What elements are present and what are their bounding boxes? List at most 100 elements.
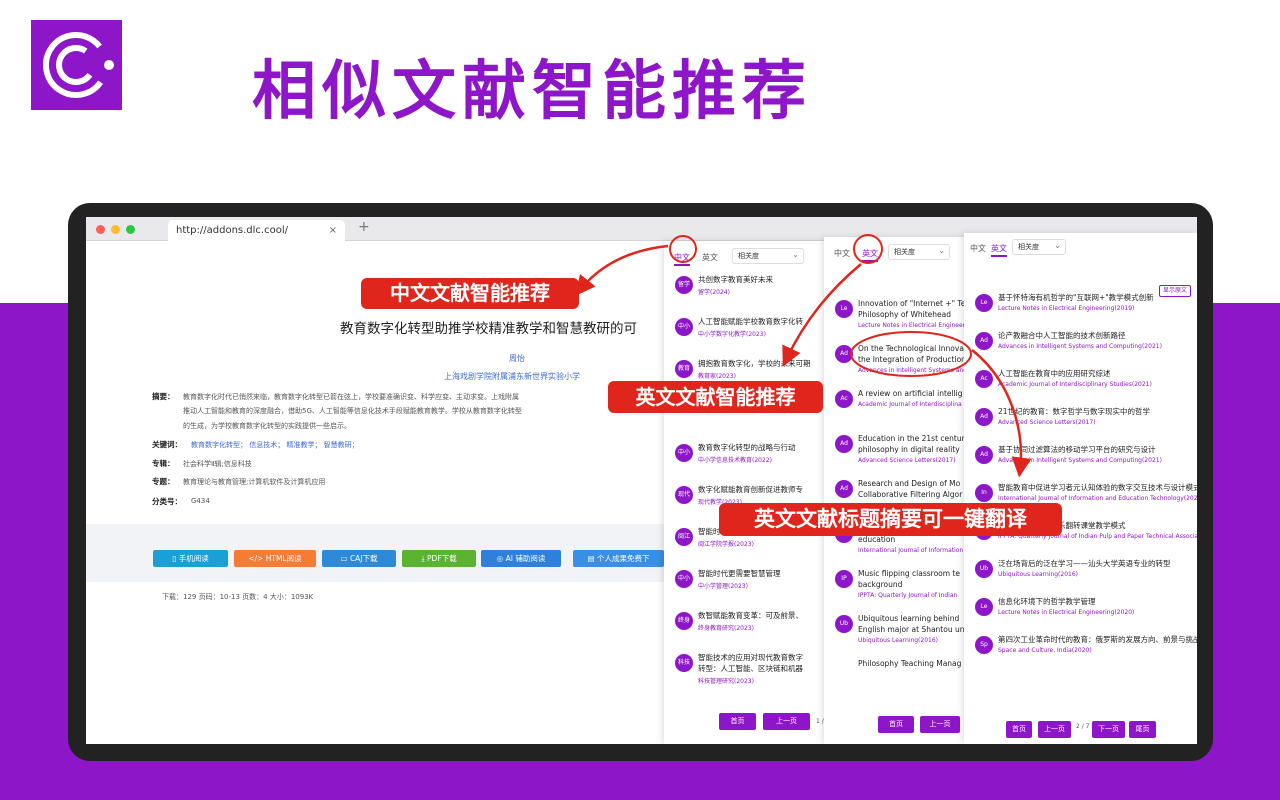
item-title-line2[interactable]: English major at Shantou un bbox=[858, 624, 964, 635]
caj-download-button[interactable]: ▭ CAJ下载 bbox=[322, 550, 396, 567]
list-item[interactable]: Ac 人工智能在教育中的应用研究综述 Academic Journal of Int… bbox=[964, 368, 1197, 404]
tab-english[interactable]: 英文 bbox=[702, 252, 718, 263]
sort-select[interactable]: 相关度 ⌄ bbox=[1012, 239, 1066, 255]
tab-chinese[interactable]: 中文 bbox=[970, 243, 986, 254]
article-stats: 下载：129 页码：10-13 页数：4 大小：1093K bbox=[162, 593, 314, 601]
list-item[interactable]: Le Innovation of "Internet +" Te Philosoph… bbox=[824, 298, 966, 341]
item-title[interactable]: 智能技术的应用对现代教育数字 bbox=[698, 652, 803, 663]
item-title[interactable]: 数智赋能教育变革：可及前景、 bbox=[698, 610, 803, 621]
page-indicator: 1 / bbox=[816, 718, 824, 725]
item-title[interactable]: Philosophy Teaching Manag bbox=[858, 658, 961, 669]
window-maximize-dot[interactable] bbox=[126, 225, 135, 234]
item-title[interactable]: 21世纪的教育：数字哲学与数字现实中的哲学 bbox=[998, 406, 1150, 417]
item-title-line2[interactable]: philosophy in digital reality bbox=[858, 444, 960, 455]
browser-tab[interactable]: http://addons.dlc.cool/ × bbox=[168, 220, 345, 241]
list-item[interactable]: Le 基于怀特海有机哲学的"互联网+"教学模式创新 Lecture Notes in… bbox=[964, 292, 1197, 328]
tab-close-icon[interactable]: × bbox=[329, 220, 337, 241]
item-title-line2[interactable]: Collaborative Filtering Algor bbox=[858, 489, 962, 500]
first-page-button[interactable]: 首页 bbox=[878, 716, 914, 733]
list-item[interactable]: Ub Ubiquitous learning behind English majo… bbox=[824, 613, 966, 656]
list-item[interactable]: Sp 第四次工业革命时代的教育：俄罗斯的发展方向、前景与挑战 Space and C… bbox=[964, 634, 1197, 670]
list-item[interactable]: 中小 智能时代更需要智慧管理 中小学管理(2023) bbox=[664, 568, 824, 608]
item-title[interactable]: 数字化赋能教育创新促进教师专 bbox=[698, 484, 803, 495]
list-item[interactable]: Ac A review on artificial intellig Academi… bbox=[824, 388, 966, 431]
list-item[interactable]: Ad 基于协同过滤算法的移动学习平台的研究与设计 Advances in Intel… bbox=[964, 444, 1197, 480]
ai-reading-button[interactable]: ◎ AI 辅助阅读 bbox=[481, 550, 561, 567]
item-title[interactable]: 论产教融合中人工智能的技术创新路径 bbox=[998, 330, 1126, 341]
item-title-line2[interactable]: background bbox=[858, 579, 902, 590]
item-title[interactable]: 基于怀特海有机哲学的"互联网+"教学模式创新 bbox=[998, 292, 1154, 303]
source-badge: 中小 bbox=[675, 570, 693, 588]
tab-chinese[interactable]: 中文 bbox=[674, 252, 690, 266]
next-page-button[interactable]: 下一页 bbox=[1092, 721, 1125, 738]
item-title[interactable]: Research and Design of Mo bbox=[858, 478, 960, 489]
free-download-button[interactable]: ▤ 个人成果免费下 bbox=[573, 550, 664, 567]
item-source: Academic Journal of Interdisciplina bbox=[858, 401, 962, 408]
tab-chinese[interactable]: 中文 bbox=[834, 248, 850, 259]
list-item[interactable]: Ad On the Technological Innova the Integra… bbox=[824, 343, 966, 386]
article-affiliation[interactable]: 上海戏剧学院附属浦东新世界实验小学 bbox=[444, 371, 580, 382]
article-page: 教育数字化转型助推学校精准教学和智慧教研的可 周怡 上海戏剧学院附属浦东新世界实… bbox=[86, 241, 664, 744]
list-item[interactable]: Ad 论产教融合中人工智能的技术创新路径 Advances in Intellige… bbox=[964, 330, 1197, 366]
pdf-download-button[interactable]: ⤓ PDF下载 bbox=[402, 550, 476, 567]
list-item[interactable]: Le 信息化环境下的哲学教学管理 Lecture Notes in Electric… bbox=[964, 596, 1197, 632]
item-title[interactable]: 人工智能在教育中的应用研究综述 bbox=[998, 368, 1111, 379]
topic-value: 教育理论与教育管理;计算机软件及计算机应用 bbox=[183, 478, 326, 486]
sort-select[interactable]: 相关度 ⌄ bbox=[888, 244, 950, 260]
article-author[interactable]: 周怡 bbox=[509, 353, 525, 364]
item-title[interactable]: 泛在场背后的泛在学习——汕头大学英语专业的转型 bbox=[998, 558, 1171, 569]
abstract-line: 推动人工智能和教育的深度融合，借助5G、人工智能等信息化技术手段赋能教育教学。学… bbox=[183, 407, 522, 415]
list-item[interactable]: 中小 教育数字化转型的战略与行动 中小学信息技术教育(2022) bbox=[664, 442, 824, 482]
en-recommend-panel: 中文 英文 相关度 ⌄ Le Innovation of "Internet +" … bbox=[824, 237, 966, 744]
item-title[interactable]: 拥抱教育数字化，学校的未来可期 bbox=[698, 358, 811, 369]
item-title[interactable]: 教育数字化转型的战略与行动 bbox=[698, 442, 796, 453]
prev-page-button[interactable]: 上一页 bbox=[1038, 721, 1071, 738]
item-title[interactable]: Education in the 21st centur bbox=[858, 433, 965, 444]
item-title-line2[interactable]: the Integration of Production bbox=[858, 354, 966, 365]
mobile-read-button[interactable]: ▯ 手机阅读 bbox=[153, 550, 228, 567]
item-title[interactable]: 人工智能赋能学校教育数字化转 bbox=[698, 316, 803, 327]
new-tab-icon[interactable]: + bbox=[358, 219, 370, 235]
last-page-button[interactable]: 尾页 bbox=[1129, 721, 1156, 738]
tab-english[interactable]: 英文 bbox=[991, 243, 1007, 257]
item-title[interactable]: 智能教育中促进学习者元认知体验的数字交互技术与设计模式研究 bbox=[998, 482, 1197, 493]
list-item[interactable]: Philosophy Teaching Manag bbox=[824, 658, 966, 701]
item-title[interactable]: Ubiquitous learning behind bbox=[858, 613, 959, 624]
list-item[interactable]: 留学 共创数字教育美好未来 留学(2024) bbox=[664, 274, 824, 314]
item-title-line2[interactable]: 转型：人工智能、区块链和机器 bbox=[698, 663, 803, 674]
item-title[interactable]: 基于协同过滤算法的移动学习平台的研究与设计 bbox=[998, 444, 1156, 455]
list-item[interactable]: Ad Education in the 21st centur philosophy… bbox=[824, 433, 966, 476]
sort-select[interactable]: 相关度 ⌄ bbox=[732, 248, 804, 264]
item-title[interactable]: 共创数字教育美好未来 bbox=[698, 274, 773, 285]
list-item[interactable]: 终身 数智赋能教育变革：可及前景、 终身教育研究(2023) bbox=[664, 610, 824, 650]
list-item[interactable]: 科技 智能技术的应用对现代教育数字 转型：人工智能、区块链和机器 科技管理研究(202… bbox=[664, 652, 824, 692]
list-item[interactable]: 中小 人工智能赋能学校教育数字化转 中小学数字化教学(2023) bbox=[664, 316, 824, 356]
html-read-button[interactable]: </> HTML阅读 bbox=[234, 550, 316, 567]
window-minimize-dot[interactable] bbox=[111, 225, 120, 234]
window-close-dot[interactable] bbox=[96, 225, 105, 234]
item-title[interactable]: A review on artificial intellig bbox=[858, 388, 963, 399]
item-title-line2[interactable]: Philosophy of Whitehead bbox=[858, 309, 951, 320]
item-title[interactable]: 第四次工业革命时代的教育：俄罗斯的发展方向、前景与挑战 bbox=[998, 634, 1197, 645]
source-badge: Ac bbox=[975, 370, 993, 388]
source-badge: Le bbox=[835, 300, 853, 318]
list-item[interactable]: Ub 泛在场背后的泛在学习——汕头大学英语专业的转型 Ubiquitous Lear… bbox=[964, 558, 1197, 594]
source-badge: Ad bbox=[835, 345, 853, 363]
item-title[interactable]: 信息化环境下的哲学教学管理 bbox=[998, 596, 1096, 607]
keywords-list[interactable]: 教育数字化转型； 信息技术； 精准教学； 智慧教研； bbox=[191, 440, 359, 450]
list-item[interactable]: Ad 21世纪的教育：数字哲学与数字现实中的哲学 Advanced Science … bbox=[964, 406, 1197, 442]
item-title[interactable]: Music flipping classroom te bbox=[858, 568, 960, 579]
item-title[interactable]: On the Technological Innova bbox=[858, 343, 964, 354]
first-page-button[interactable]: 首页 bbox=[719, 713, 756, 730]
abstract-line: 的生成，为学校教育数字化转型的实践提供一些启示。 bbox=[183, 422, 351, 430]
prev-page-button[interactable]: 上一页 bbox=[763, 713, 810, 730]
item-source: 科技管理研究(2023) bbox=[698, 678, 754, 685]
item-title[interactable]: 智能时代更需要智慧管理 bbox=[698, 568, 781, 579]
tab-english[interactable]: 英文 bbox=[862, 248, 878, 262]
list-item[interactable]: IP Music flipping classroom te background I… bbox=[824, 568, 966, 611]
item-title[interactable]: Innovation of "Internet +" Te bbox=[858, 298, 965, 309]
item-source: Advances in Intelligent Systems and Comp… bbox=[998, 343, 1162, 350]
prev-page-button[interactable]: 上一页 bbox=[920, 716, 960, 733]
source-badge: In bbox=[975, 484, 993, 502]
first-page-button[interactable]: 首页 bbox=[1006, 721, 1032, 738]
